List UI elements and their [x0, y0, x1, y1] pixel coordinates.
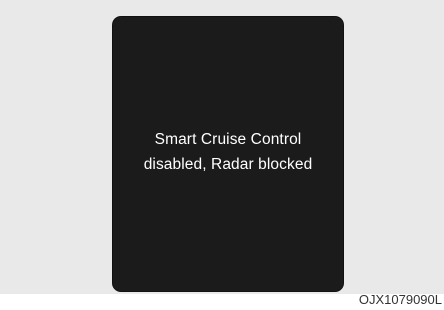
- image-reference-code: OJX1079090L: [358, 292, 442, 307]
- instrument-cluster-display: Smart Cruise Control disabled, Radar blo…: [113, 17, 343, 291]
- illustration-background: Smart Cruise Control disabled, Radar blo…: [0, 0, 444, 294]
- warning-message: Smart Cruise Control disabled, Radar blo…: [113, 127, 343, 177]
- warning-message-line-2: disabled, Radar blocked: [143, 156, 313, 173]
- warning-message-line-1: Smart Cruise Control: [154, 131, 302, 148]
